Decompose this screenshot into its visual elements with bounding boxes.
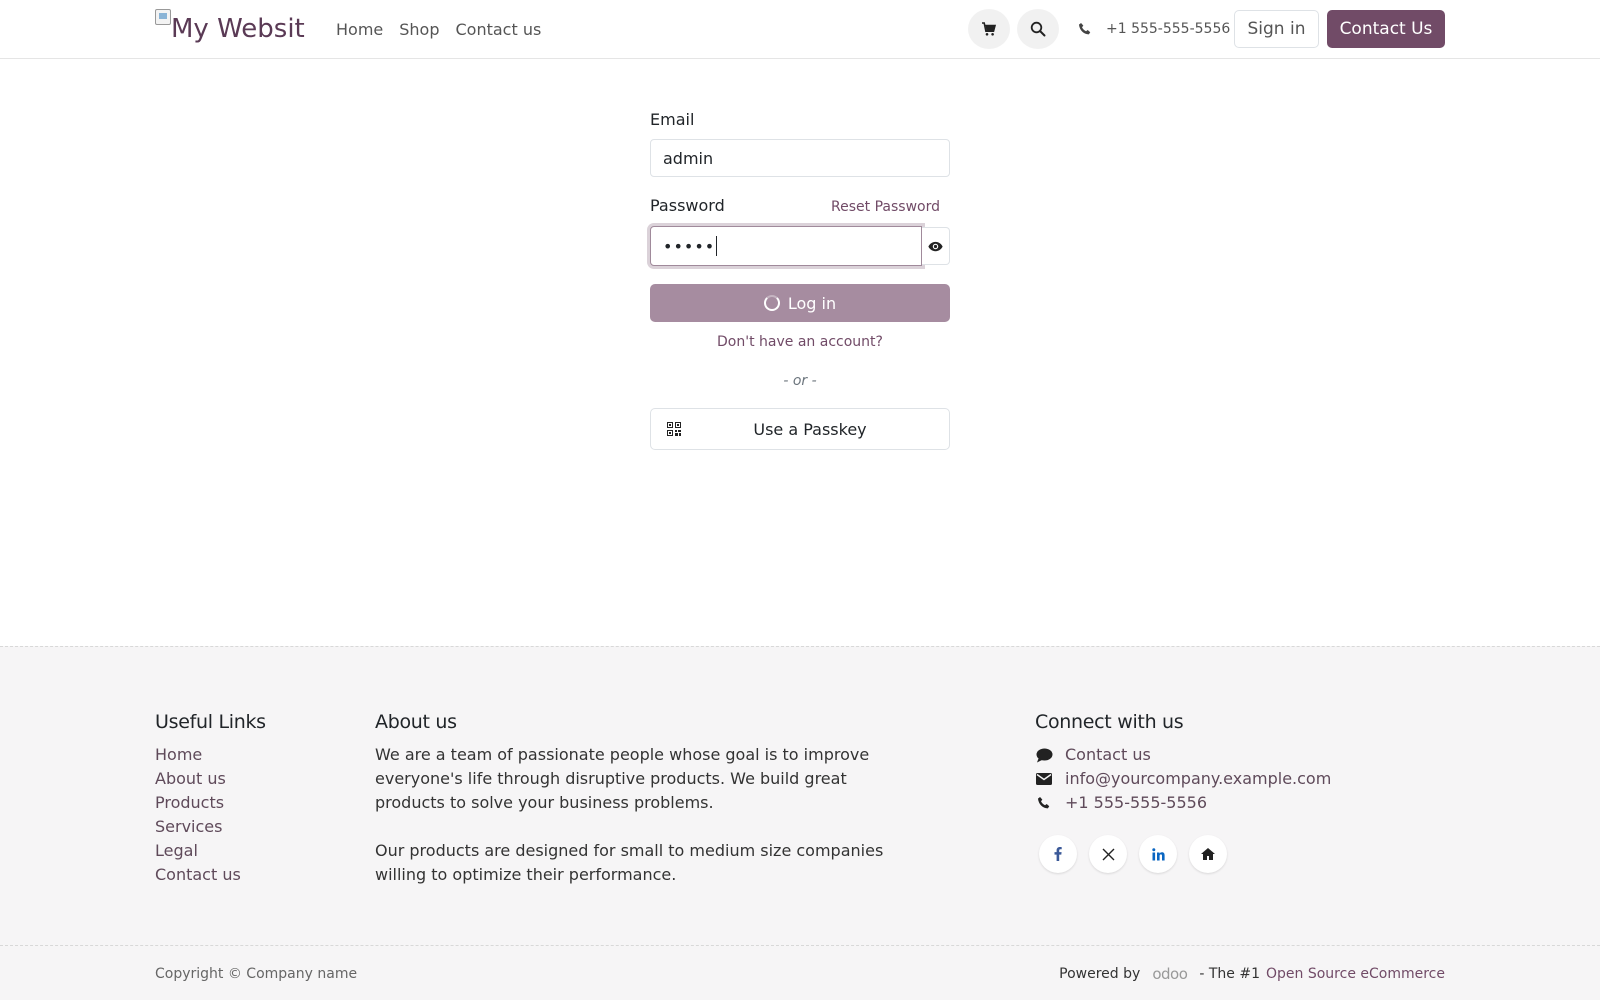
footer-link-contact-us[interactable]: Contact us bbox=[155, 863, 266, 887]
site-footer: Useful Links Home About us Products Serv… bbox=[0, 646, 1600, 1000]
linkedin-icon bbox=[1151, 847, 1165, 860]
signup-link[interactable]: Don't have an account? bbox=[650, 334, 950, 350]
nav-home[interactable]: Home bbox=[336, 20, 383, 39]
search-icon bbox=[1030, 21, 1046, 37]
x-twitter-icon bbox=[1102, 848, 1114, 860]
odoo-logo[interactable]: odoo bbox=[1152, 965, 1188, 983]
main-nav: Home Shop Contact us bbox=[336, 0, 541, 58]
home-icon bbox=[1201, 848, 1215, 860]
connect-phone[interactable]: +1 555-555-5556 bbox=[1035, 791, 1331, 815]
passkey-button[interactable]: Use a Passkey bbox=[650, 408, 950, 450]
or-divider: - or - bbox=[783, 373, 817, 389]
envelope-icon bbox=[1036, 773, 1052, 785]
copyright-bar: Copyright © Company name Powered by odoo… bbox=[0, 945, 1600, 1000]
password-mask: ••••• bbox=[663, 236, 716, 256]
logo-alt-text: My Websit bbox=[171, 14, 305, 44]
site-logo[interactable]: My Websit bbox=[155, 9, 305, 49]
connect-phone-label: +1 555-555-5556 bbox=[1065, 793, 1208, 812]
about-paragraph-1: We are a team of passionate people whose… bbox=[375, 745, 870, 812]
show-password-button[interactable] bbox=[922, 227, 950, 265]
site-header: My Websit Home Shop Contact us +1 555-55… bbox=[0, 0, 1600, 59]
footer-link-services[interactable]: Services bbox=[155, 815, 266, 839]
qr-code-icon bbox=[667, 422, 681, 436]
log-in-button[interactable]: Log in bbox=[650, 284, 950, 322]
broken-image-icon bbox=[155, 9, 171, 25]
phone-icon bbox=[1078, 23, 1091, 35]
cart-icon bbox=[982, 22, 997, 36]
connect-title: Connect with us bbox=[1035, 711, 1184, 733]
home-button[interactable] bbox=[1189, 835, 1227, 873]
nav-contact-us[interactable]: Contact us bbox=[456, 20, 542, 39]
loading-spinner-icon bbox=[763, 295, 780, 311]
footer-link-products[interactable]: Products bbox=[155, 791, 266, 815]
connect-email-label: info@yourcompany.example.com bbox=[1065, 769, 1332, 788]
about-paragraph-2: Our products are designed for small to m… bbox=[375, 841, 884, 884]
about-section: About us We are a team of passionate peo… bbox=[375, 711, 895, 887]
text-caret bbox=[716, 236, 718, 256]
password-field-group: ••••• bbox=[650, 226, 950, 266]
useful-links-section: Useful Links Home About us Products Serv… bbox=[155, 711, 266, 887]
footer-link-about-us[interactable]: About us bbox=[155, 767, 266, 791]
phone-icon bbox=[1037, 797, 1050, 809]
email-input[interactable]: admin bbox=[650, 139, 950, 177]
comment-icon bbox=[1036, 748, 1052, 762]
linkedin-button[interactable] bbox=[1139, 835, 1177, 873]
email-label: Email bbox=[650, 110, 695, 129]
useful-links-title: Useful Links bbox=[155, 711, 266, 733]
powered-by-label: Powered by bbox=[1059, 966, 1141, 982]
footer-link-legal[interactable]: Legal bbox=[155, 839, 266, 863]
sign-in-button[interactable]: Sign in bbox=[1234, 10, 1319, 48]
footer-link-home[interactable]: Home bbox=[155, 743, 266, 767]
password-input[interactable]: ••••• bbox=[650, 226, 922, 266]
password-label: Password bbox=[650, 196, 725, 215]
the-number-one-label: - The #1 bbox=[1199, 966, 1261, 982]
copyright-text: Copyright © Company name bbox=[155, 966, 358, 982]
reset-password-link[interactable]: Reset Password bbox=[831, 199, 940, 215]
connect-contact[interactable]: Contact us bbox=[1035, 743, 1331, 767]
search-button[interactable] bbox=[1017, 9, 1059, 49]
nav-shop[interactable]: Shop bbox=[399, 20, 439, 39]
x-twitter-button[interactable] bbox=[1089, 835, 1127, 873]
connect-email[interactable]: info@yourcompany.example.com bbox=[1035, 767, 1331, 791]
powered-by: Powered by odoo - The #1 Open Source eCo… bbox=[1059, 965, 1445, 983]
social-links bbox=[1039, 835, 1331, 873]
contact-us-button[interactable]: Contact Us bbox=[1327, 10, 1445, 48]
connect-section: Connect with us Contact us info@yourcomp… bbox=[1035, 711, 1331, 873]
cart-button[interactable] bbox=[968, 9, 1010, 49]
about-title: About us bbox=[375, 711, 457, 733]
facebook-button[interactable] bbox=[1039, 835, 1077, 873]
header-phone[interactable]: +1 555-555-5556 bbox=[1078, 0, 1230, 58]
log-in-label: Log in bbox=[787, 293, 837, 313]
connect-contact-label: Contact us bbox=[1065, 745, 1151, 764]
facebook-icon bbox=[1054, 847, 1062, 861]
header-phone-number: +1 555-555-5556 bbox=[1106, 21, 1231, 37]
open-source-ecommerce-link[interactable]: Open Source eCommerce bbox=[1266, 966, 1445, 982]
passkey-label: Use a Passkey bbox=[753, 419, 867, 439]
eye-icon bbox=[928, 241, 943, 251]
